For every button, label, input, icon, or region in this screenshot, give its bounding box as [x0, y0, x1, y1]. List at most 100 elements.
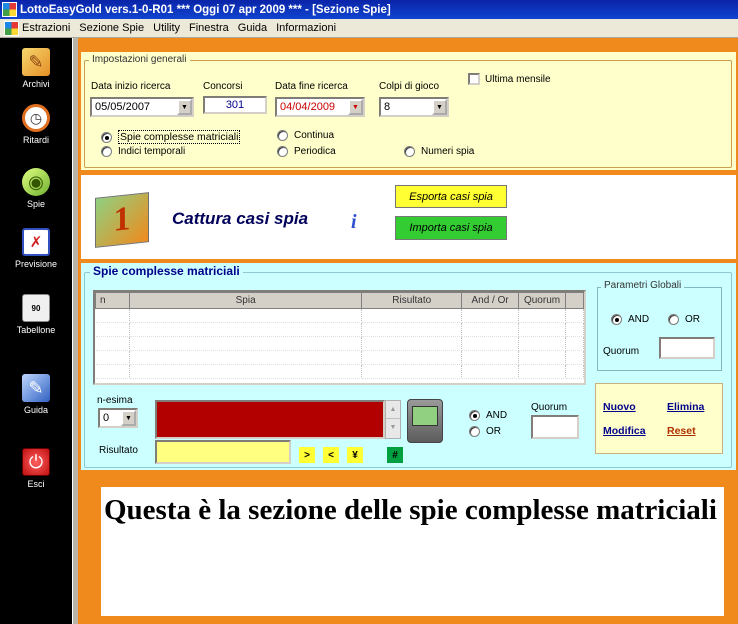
capture-panel: 1 Cattura casi spia i Esporta casi spia …	[81, 175, 736, 259]
end-date-combo[interactable]: 04/04/2009 ▼	[275, 97, 365, 117]
step-one-icon: 1	[95, 192, 149, 248]
clock-icon: ◷	[22, 104, 50, 132]
local-or-radio[interactable]: OR	[469, 426, 501, 437]
menu-informazioni[interactable]: Informazioni	[276, 22, 336, 34]
radio-numeri-spia[interactable]: Numeri spia	[404, 146, 474, 157]
table-header-row: n Spia Risultato And / Or Quorum	[95, 292, 584, 309]
info-icon[interactable]: i	[351, 211, 357, 234]
start-date-combo[interactable]: 05/05/2007 ▼	[90, 97, 194, 117]
sidebar-item-ritardi[interactable]: ◷ Ritardi	[0, 104, 72, 145]
radio-indici-temporali[interactable]: Indici temporali	[101, 146, 185, 157]
ultima-mensile-checkbox[interactable]	[468, 73, 480, 85]
column-quorum[interactable]: Quorum	[518, 292, 567, 309]
spy-input-field[interactable]	[155, 400, 385, 439]
risultato-field[interactable]	[155, 440, 291, 464]
menu-sezione-spie[interactable]: Sezione Spie	[79, 22, 144, 34]
sidebar-item-label: Spie	[26, 199, 45, 209]
app-icon[interactable]	[2, 2, 17, 17]
concorsi-field[interactable]: 301	[203, 96, 267, 114]
colpi-value: 8	[384, 101, 391, 113]
global-quorum-field[interactable]	[659, 337, 715, 359]
chevron-down-icon[interactable]: ▼	[432, 99, 447, 115]
sidebar-item-label: Previsione	[14, 259, 58, 269]
book-icon: ✎	[22, 374, 50, 402]
menu-utility[interactable]: Utility	[153, 22, 180, 34]
pencil-icon: ✎	[22, 48, 50, 76]
sidebar-item-tabellone[interactable]: 90 Tabellone	[0, 294, 72, 335]
global-and-radio[interactable]: AND	[611, 314, 649, 325]
radio-dot	[469, 426, 480, 437]
radio-dot	[277, 146, 288, 157]
elimina-link[interactable]: Elimina	[667, 401, 704, 413]
import-spy-cases-button[interactable]: Importa casi spia	[395, 216, 507, 240]
sidebar-item-spie[interactable]: ◉ Spie	[0, 168, 72, 209]
concorsi-label: Concorsi	[203, 81, 243, 92]
calendar-icon: 90	[22, 294, 50, 322]
modifica-link[interactable]: Modifica	[603, 425, 646, 437]
scroll-up-icon[interactable]: ▲	[386, 401, 400, 419]
export-spy-cases-button[interactable]: Esporta casi spia	[395, 185, 507, 208]
less-than-button[interactable]: <	[323, 447, 339, 463]
radio-label: Indici temporali	[118, 146, 186, 157]
global-params-title: Parametri Globali	[601, 280, 685, 291]
local-quorum-field[interactable]	[531, 415, 579, 439]
sidebar-item-label: Esci	[27, 479, 45, 489]
document-icon[interactable]	[4, 21, 19, 36]
matrix-panel: Spie complesse matriciali n Spia Risulta…	[81, 263, 736, 470]
column-n[interactable]: n	[95, 292, 130, 309]
menu-estrazioni[interactable]: Estrazioni	[22, 22, 70, 34]
column-and-or[interactable]: And / Or	[461, 292, 520, 309]
window-title: LottoEasyGold vers.1-0-R01 *** Oggi 07 a…	[20, 3, 391, 16]
prediction-icon: ✗	[22, 228, 50, 256]
radio-label: Continua	[294, 130, 335, 141]
sidebar-item-guida[interactable]: ✎ Guida	[0, 374, 72, 415]
radio-periodica[interactable]: Periodica	[277, 146, 336, 157]
radio-label: OR	[685, 314, 700, 325]
greater-than-button[interactable]: >	[299, 447, 315, 463]
local-and-radio[interactable]: AND	[469, 410, 507, 421]
chevron-down-icon[interactable]: ▼	[177, 99, 192, 115]
spy-table[interactable]: n Spia Risultato And / Or Quorum	[93, 290, 586, 385]
sidebar-item-archivi[interactable]: ✎ Archivi	[0, 48, 72, 89]
scroll-down-icon[interactable]: ▼	[386, 419, 400, 437]
radio-label: Periodica	[294, 146, 336, 157]
table-row[interactable]	[95, 308, 584, 323]
reset-link[interactable]: Reset	[667, 425, 696, 437]
table-row[interactable]	[95, 322, 584, 337]
sidebar-item-esci[interactable]: ⏻ Esci	[0, 448, 72, 489]
nesima-combo[interactable]: 0 ▼	[98, 408, 138, 428]
chevron-down-icon[interactable]: ▼	[348, 99, 363, 115]
nesima-value: 0	[103, 412, 110, 424]
start-date-label: Data inizio ricerca	[91, 81, 171, 92]
hash-button[interactable]: #	[387, 447, 403, 463]
sidebar-item-label: Ritardi	[22, 135, 49, 145]
settings-panel: Impostazioni generali Data inizio ricerc…	[81, 52, 736, 170]
yen-button[interactable]: ¥	[347, 447, 363, 463]
matrix-title: Spie complesse matriciali	[90, 264, 243, 278]
colpi-combo[interactable]: 8 ▼	[379, 97, 449, 117]
radio-label: Spie complesse matriciali	[118, 130, 241, 144]
table-row[interactable]	[95, 350, 584, 365]
radio-continua[interactable]: Continua	[277, 130, 334, 141]
title-bar: LottoEasyGold vers.1-0-R01 *** Oggi 07 a…	[0, 0, 738, 19]
chevron-down-icon[interactable]: ▼	[121, 410, 136, 426]
menu-finestra[interactable]: Finestra	[189, 22, 229, 34]
column-spia[interactable]: Spia	[128, 292, 363, 309]
nuovo-link[interactable]: Nuovo	[603, 401, 636, 413]
table-row[interactable]	[95, 364, 584, 379]
global-or-radio[interactable]: OR	[668, 314, 700, 325]
table-row[interactable]	[95, 336, 584, 351]
power-icon: ⏻	[22, 448, 50, 476]
device-screen	[412, 406, 438, 426]
radio-dot	[469, 410, 480, 421]
spy-input-scrollbar[interactable]: ▲ ▼	[385, 400, 401, 439]
spy-table-grid: n Spia Risultato And / Or Quorum	[95, 292, 584, 379]
end-date-label: Data fine ricerca	[275, 81, 348, 92]
sidebar-item-previsione[interactable]: ✗ Previsione	[0, 228, 72, 269]
radio-label: AND	[486, 410, 508, 421]
actions-box: Nuovo Elimina Modifica Reset	[595, 383, 723, 454]
menu-guida[interactable]: Guida	[238, 22, 267, 34]
column-risultato[interactable]: Risultato	[361, 292, 463, 309]
radio-spie-complesse[interactable]: Spie complesse matriciali	[101, 130, 241, 144]
info-text: Questa è la sezione delle spie complesse…	[101, 487, 724, 616]
